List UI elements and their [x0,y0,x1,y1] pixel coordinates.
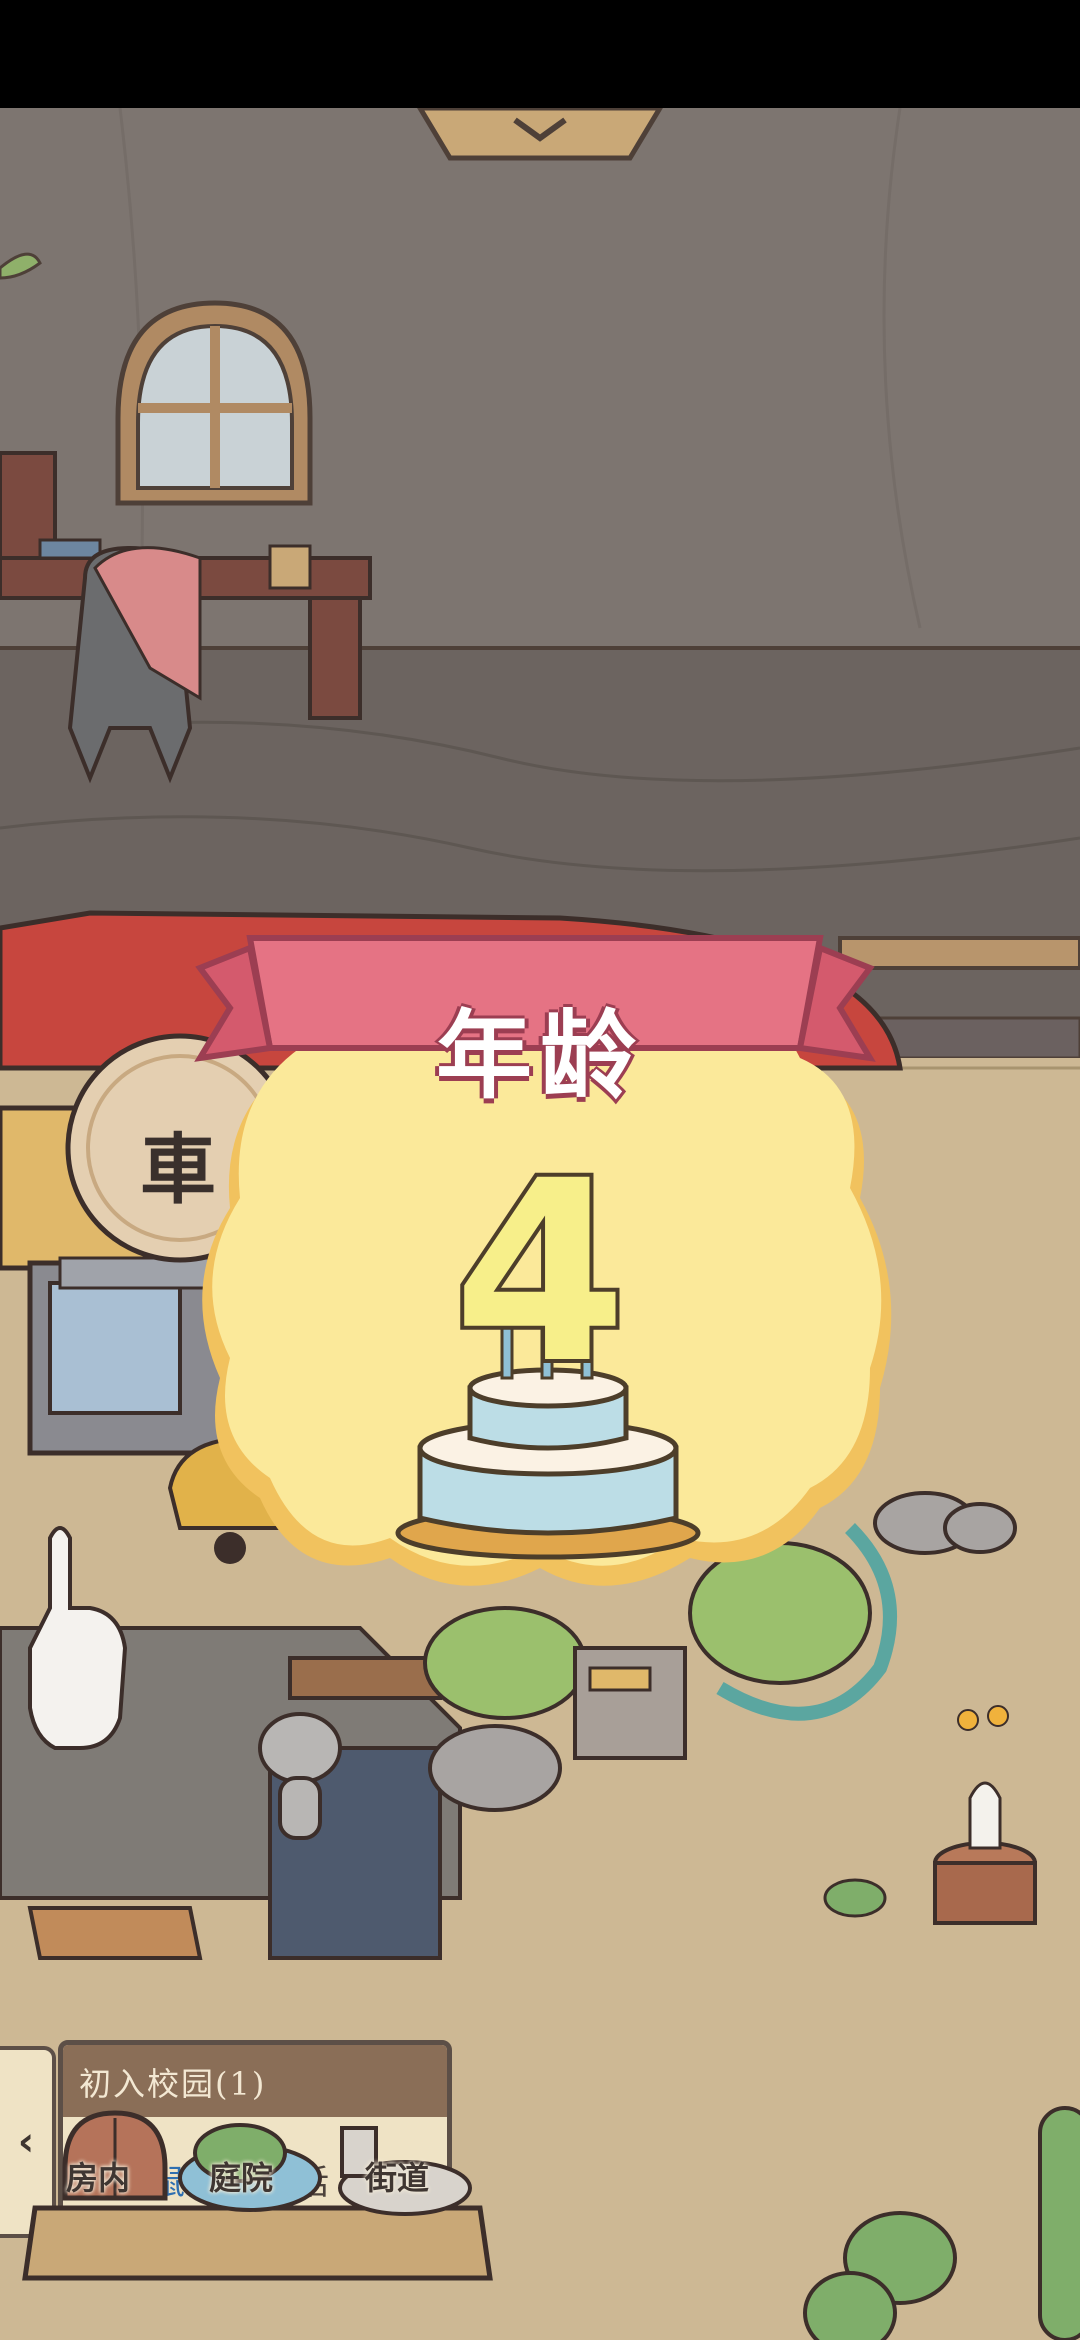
nav-label-street: 街道 [365,2159,430,2197]
nav-label-room: 房内 [66,2159,131,2197]
nav-art [22,2110,493,2281]
nav-label-garden: 庭院 [209,2159,274,2197]
status-bar [0,0,1080,108]
nav-item-street[interactable]: 街道 [335,2111,475,2201]
garden-icon [185,2111,186,2112]
game-scene[interactable]: 車 年龄 4 ‹ 初入校园(1) 与老鼠奶奶对话 [0,108,1080,2340]
nav-item-room[interactable]: 房内 [52,2111,182,2201]
door-icon [52,2111,53,2112]
nav-item-garden[interactable]: 庭院 [185,2111,325,2201]
mailbox-icon [335,2111,336,2112]
